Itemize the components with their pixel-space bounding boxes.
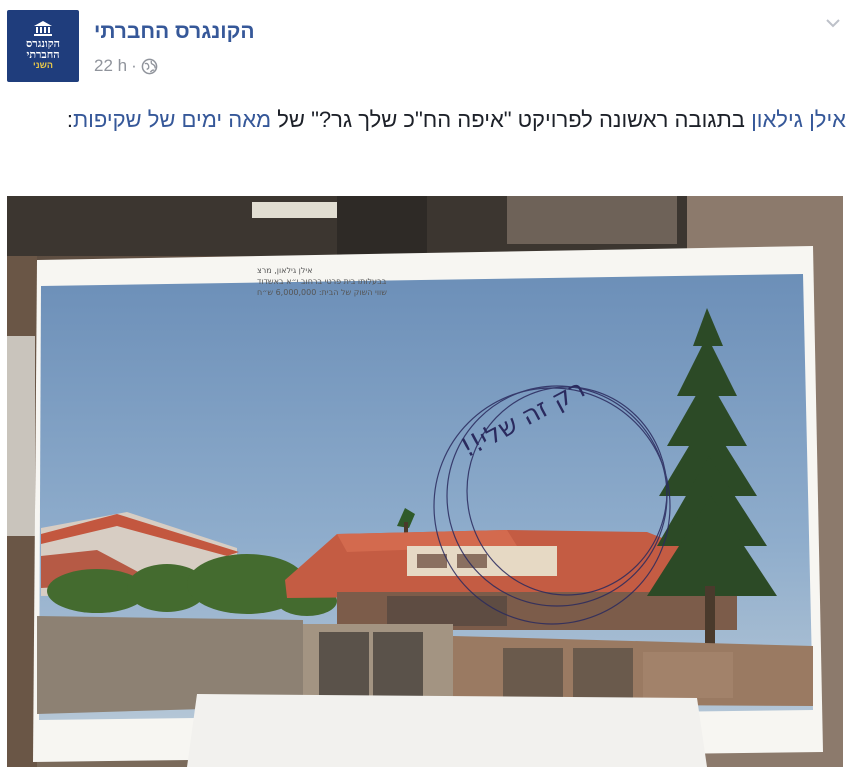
post-meta: 22 h ·	[94, 56, 158, 76]
building-icon	[34, 21, 52, 36]
facebook-post: הקונגרס החברתי השני הקונגרס החברתי 22 h …	[0, 0, 865, 767]
photo-caption-line: בבעלותו בית פרטי ברחוב י״א באשדוד	[257, 277, 387, 286]
project-mention-link[interactable]: מאה ימים של שקיפות	[73, 107, 271, 132]
post-text: אילן גילאון בתגובה ראשונה לפרויקט "איפה …	[12, 103, 846, 136]
page-name-link[interactable]: הקונגרס החברתי	[94, 20, 255, 44]
globe-icon[interactable]	[141, 58, 158, 75]
post-header: הקונגרס החברתי השני הקונגרס החברתי 22 h …	[0, 8, 865, 84]
page-avatar[interactable]: הקונגרס החברתי השני	[7, 10, 79, 82]
avatar-logo-subtext: השני	[33, 60, 53, 70]
post-text-body: בתגובה ראשונה לפרויקט "איפה הח"כ שלך גר?…	[271, 107, 752, 132]
photo-image: אילן גילאון, מרצ בבעלותו בית פרטי ברחוב …	[7, 196, 843, 767]
photo-caption-line: שווי השוק של הבית: 6,000,000 ש״ח	[257, 288, 387, 297]
photo-caption-line: אילן גילאון, מרצ	[257, 266, 313, 275]
meta-separator: ·	[131, 56, 137, 75]
post-timestamp[interactable]: 22 h	[94, 56, 127, 76]
author-mention-link[interactable]: אילן גילאון	[751, 107, 846, 132]
post-photo[interactable]: אילן גילאון, מרצ בבעלותו בית פרטי ברחוב …	[7, 196, 843, 767]
avatar-logo-text: החברתי	[26, 48, 60, 61]
